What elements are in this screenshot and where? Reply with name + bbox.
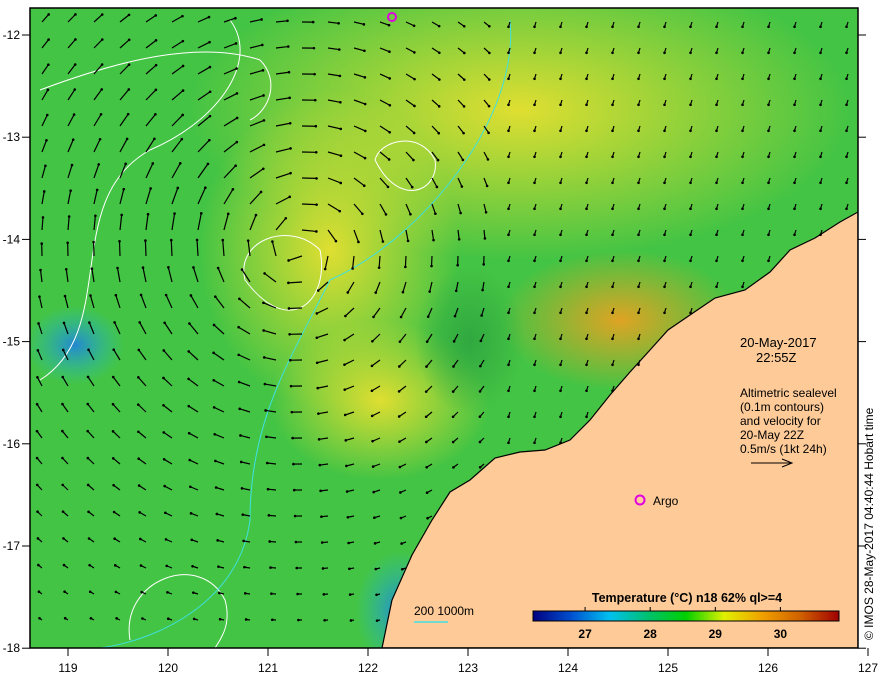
x-tick-label: 121 bbox=[258, 661, 278, 675]
x-tick-label: 126 bbox=[758, 661, 778, 675]
colorbar-tick-label: 28 bbox=[644, 627, 658, 641]
annotation-time: 22:55Z bbox=[756, 350, 797, 365]
y-tick-label: -17 bbox=[3, 539, 21, 553]
y-tick-label: -13 bbox=[3, 130, 21, 144]
colorbar-tick-label: 29 bbox=[709, 627, 723, 641]
x-tick-label: 119 bbox=[58, 661, 77, 675]
x-tick-label: 120 bbox=[158, 661, 178, 675]
y-tick-label: -18 bbox=[3, 641, 21, 655]
colorbar-tick-label: 27 bbox=[578, 627, 592, 641]
y-tick-label: -12 bbox=[3, 28, 21, 42]
y-tick-label: -14 bbox=[3, 232, 21, 246]
annotation-line: and velocity for bbox=[740, 414, 821, 428]
map-area: Argo 20-May-2017 22:55Z Altimetric seale… bbox=[25, 0, 858, 670]
map-svg: Argo 20-May-2017 22:55Z Altimetric seale… bbox=[0, 0, 880, 680]
x-tick-label: 127 bbox=[858, 661, 878, 675]
credit-text: © IMOS 28-May-2017 04:40:44 Hobart time bbox=[862, 408, 876, 640]
velocity-arrow bbox=[288, 282, 302, 283]
x-tick-label: 122 bbox=[358, 661, 378, 675]
velocity-arrow bbox=[145, 241, 146, 256]
x-tick-label: 125 bbox=[658, 661, 678, 675]
cool-water-region bbox=[25, 305, 125, 385]
colorbar bbox=[533, 611, 839, 621]
annotation-line: (0.1m contours) bbox=[740, 400, 824, 414]
annotation-line: Altimetric sealevel bbox=[740, 386, 837, 400]
y-tick-label: -15 bbox=[3, 335, 21, 349]
annotation-date: 20-May-2017 bbox=[740, 335, 817, 350]
x-tick-label: 124 bbox=[558, 661, 578, 675]
sst-map-figure: Argo 20-May-2017 22:55Z Altimetric seale… bbox=[0, 0, 880, 680]
annotation-line: 0.5m/s (1kt 24h) bbox=[740, 442, 827, 456]
colorbar-title: Temperature (°C) n18 62% ql>=4 bbox=[592, 591, 782, 605]
velocity-arrow bbox=[302, 204, 317, 205]
velocity-arrow bbox=[171, 240, 172, 256]
annotation-line: 20-May 22Z bbox=[740, 428, 804, 442]
y-tick-label: -16 bbox=[3, 437, 21, 451]
x-tick-label: 123 bbox=[458, 661, 478, 675]
isobath-scale-label: 200 1000m bbox=[414, 604, 474, 618]
argo-label: Argo bbox=[653, 494, 679, 508]
colorbar-tick-label: 30 bbox=[774, 627, 788, 641]
velocity-arrow bbox=[405, 256, 406, 267]
